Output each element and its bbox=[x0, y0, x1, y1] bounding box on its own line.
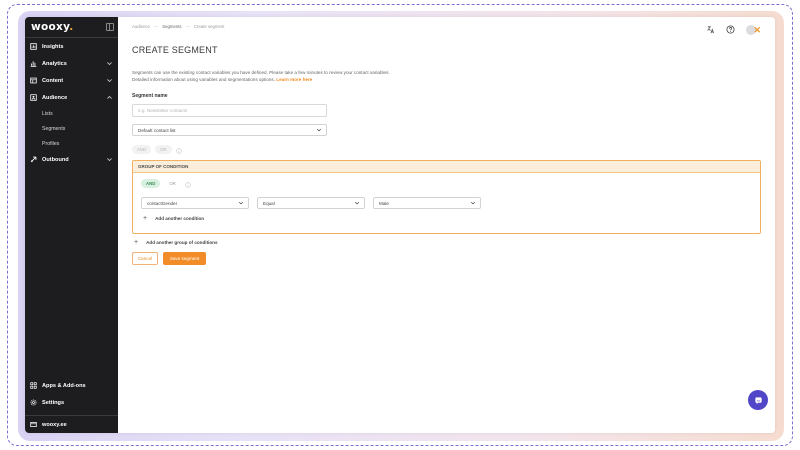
group-or-toggle[interactable]: OR bbox=[164, 179, 180, 188]
plus-icon: + bbox=[134, 239, 139, 246]
chevron-down-icon bbox=[354, 201, 360, 205]
apps-icon bbox=[30, 382, 37, 389]
app-window: wooxy. Insights Analytics Content Audien… bbox=[25, 17, 775, 433]
breadcrumb-segments[interactable]: Segments bbox=[162, 24, 181, 29]
audience-icon bbox=[30, 94, 37, 101]
sidebar-item-apps[interactable]: Apps & Add-ons bbox=[25, 377, 118, 394]
page-content: CREATE SEGMENT Segments can use the exis… bbox=[118, 35, 775, 265]
form-actions: Cancel Save segment bbox=[132, 252, 761, 265]
sidebar-collapse-icon[interactable] bbox=[106, 23, 114, 31]
account-name: wooxy.ee bbox=[42, 421, 67, 428]
condition-operator-value: Equal bbox=[263, 200, 275, 206]
insights-icon bbox=[30, 43, 37, 50]
description-line-2: Detailed information about using variabl… bbox=[132, 77, 276, 82]
gear-icon bbox=[30, 399, 37, 406]
outbound-icon bbox=[30, 156, 37, 163]
add-condition-button[interactable]: + Add another condition bbox=[141, 215, 752, 222]
condition-value-select[interactable]: Male bbox=[373, 197, 481, 209]
sidebar-item-settings[interactable]: Settings bbox=[25, 394, 118, 411]
breadcrumb-audience[interactable]: Audience bbox=[132, 24, 150, 29]
chevron-up-icon bbox=[106, 94, 113, 101]
chevron-down-icon bbox=[238, 201, 244, 205]
contact-list-value: Default contact list bbox=[138, 127, 176, 133]
translate-icon[interactable] bbox=[706, 21, 715, 39]
chevron-down-icon bbox=[106, 156, 113, 163]
sidebar-item-label: Content bbox=[42, 77, 64, 84]
user-avatar[interactable]: ✕ bbox=[746, 24, 761, 36]
topbar: Audience — Segments — Create segment ✕ bbox=[118, 17, 775, 35]
sidebar-bottom: Apps & Add-ons Settings wooxy.ee bbox=[25, 377, 118, 433]
description-line-1: Segments can use the existing contact va… bbox=[132, 70, 390, 75]
sidebar-item-outbound[interactable]: Outbound bbox=[25, 151, 118, 168]
sidebar-item-label: Settings bbox=[42, 399, 65, 406]
condition-group-body: AND OR contactGender Equal Male + Add an… bbox=[133, 173, 760, 222]
breadcrumb: Audience — Segments — Create segment bbox=[132, 24, 224, 29]
condition-field-value: contactGender bbox=[147, 200, 178, 206]
brand-x-icon: ✕ bbox=[753, 24, 761, 35]
chevron-down-icon bbox=[106, 60, 113, 67]
sidebar-item-insights[interactable]: Insights bbox=[25, 38, 118, 55]
add-group-label: Add another group of conditions bbox=[146, 240, 218, 245]
condition-row: contactGender Equal Male bbox=[141, 197, 752, 209]
main-content: Audience — Segments — Create segment ✕ C… bbox=[118, 17, 775, 433]
condition-operator-select[interactable]: Equal bbox=[257, 197, 365, 209]
condition-group-header: GROUP OF CONDITION bbox=[133, 161, 760, 173]
sidebar-subitem-lists[interactable]: Lists bbox=[25, 106, 118, 121]
info-icon[interactable] bbox=[185, 175, 191, 193]
group-and-toggle[interactable]: AND bbox=[141, 179, 161, 188]
chevron-down-icon bbox=[316, 128, 322, 132]
info-icon[interactable] bbox=[175, 141, 182, 159]
page-description: Segments can use the existing contact va… bbox=[132, 69, 492, 83]
account-switcher[interactable]: wooxy.ee bbox=[25, 415, 118, 433]
page-title: CREATE SEGMENT bbox=[132, 45, 218, 55]
breadcrumb-separator: — bbox=[153, 23, 159, 29]
top-or-toggle[interactable]: OR bbox=[155, 145, 172, 154]
top-logic-toggle: AND OR bbox=[132, 145, 761, 154]
condition-field-select[interactable]: contactGender bbox=[141, 197, 249, 209]
topbar-icons: ✕ bbox=[706, 21, 761, 39]
group-logic-toggle: AND OR bbox=[141, 179, 752, 188]
add-group-button[interactable]: + Add another group of conditions bbox=[132, 239, 761, 246]
breadcrumb-separator: — bbox=[185, 23, 190, 29]
chat-icon bbox=[754, 396, 762, 404]
content-icon bbox=[30, 77, 37, 84]
cancel-button[interactable]: Cancel bbox=[132, 252, 158, 265]
condition-value-value: Male bbox=[379, 200, 389, 206]
contact-list-select[interactable]: Default contact list bbox=[132, 124, 327, 136]
account-icon bbox=[30, 421, 37, 428]
sidebar-item-audience[interactable]: Audience bbox=[25, 89, 118, 106]
save-segment-button[interactable]: Save segment bbox=[163, 252, 206, 265]
sidebar-subitem-profiles[interactable]: Profiles bbox=[25, 136, 118, 151]
condition-group: GROUP OF CONDITION AND OR contactGender bbox=[132, 160, 761, 234]
chevron-down-icon bbox=[106, 77, 113, 84]
sidebar-item-label: Insights bbox=[42, 43, 64, 50]
learn-more-link[interactable]: Learn more here bbox=[276, 77, 312, 82]
sidebar-item-label: Outbound bbox=[42, 156, 69, 163]
sidebar-item-label: Audience bbox=[42, 94, 68, 101]
add-condition-label: Add another condition bbox=[155, 216, 205, 221]
sidebar-item-label: Apps & Add-ons bbox=[42, 382, 86, 389]
plus-icon: + bbox=[143, 215, 148, 222]
sidebar-subitem-segments[interactable]: Segments bbox=[25, 121, 118, 136]
top-and-toggle[interactable]: AND bbox=[132, 145, 152, 154]
breadcrumb-current: Create segment bbox=[193, 23, 225, 29]
chat-button[interactable] bbox=[748, 390, 768, 410]
help-icon[interactable] bbox=[726, 21, 735, 39]
sidebar-item-analytics[interactable]: Analytics bbox=[25, 55, 118, 72]
segment-name-input[interactable] bbox=[132, 104, 327, 117]
sidebar: wooxy. Insights Analytics Content Audien… bbox=[25, 17, 118, 433]
sidebar-item-content[interactable]: Content bbox=[25, 72, 118, 89]
segment-name-label: Segment name bbox=[132, 93, 168, 99]
logo[interactable]: wooxy. bbox=[31, 21, 74, 33]
sidebar-item-label: Analytics bbox=[42, 60, 67, 67]
chevron-down-icon bbox=[470, 201, 476, 205]
analytics-icon bbox=[30, 60, 37, 67]
logo-row: wooxy. bbox=[25, 17, 118, 37]
